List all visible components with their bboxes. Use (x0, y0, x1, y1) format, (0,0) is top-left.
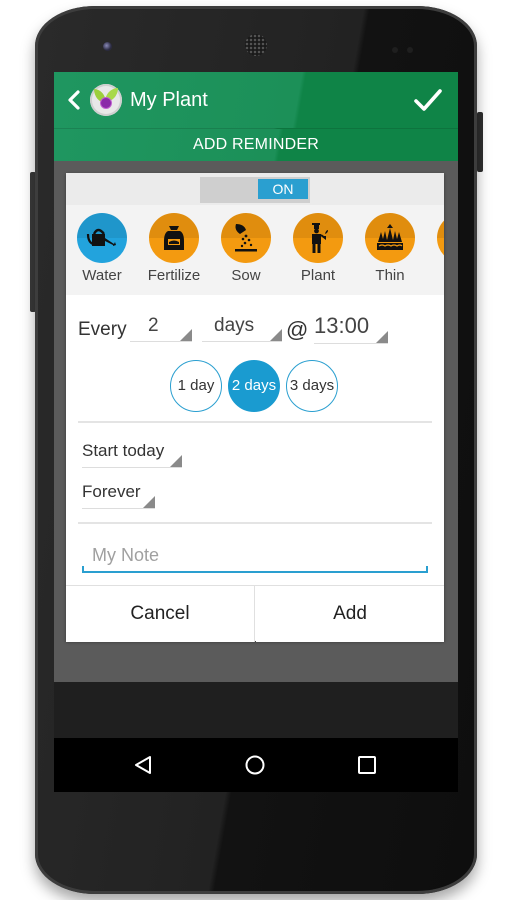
screen-subtitle-bar: ADD REMINDER (54, 128, 458, 161)
system-navigation-bar (54, 738, 458, 792)
dropdown-triangle-icon (143, 496, 155, 508)
nav-back-icon[interactable] (132, 754, 154, 776)
light-sensor (407, 47, 413, 53)
type-more[interactable] (430, 213, 444, 267)
add-reminder-dialog: ON Water Fertilize Sow Plant Thin Every … (66, 173, 444, 642)
bottom-area (54, 682, 458, 738)
type-plant[interactable]: Plant (286, 213, 350, 284)
type-sow[interactable]: Sow (214, 213, 278, 284)
type-label: Water (82, 267, 122, 284)
reminder-enabled-toggle[interactable]: ON (200, 177, 310, 203)
type-label: Sow (231, 267, 261, 284)
end-date-spinner[interactable]: Forever (82, 478, 155, 509)
chip-1-day[interactable]: 1 day (170, 360, 222, 412)
quick-interval-chips: 1 day 2 days 3 days (66, 360, 444, 416)
chevron-left-icon (68, 90, 80, 110)
time-value: 13:00 (314, 313, 370, 338)
note-field-wrapper (82, 541, 428, 573)
power-button (477, 112, 483, 172)
every-label: Every (78, 319, 127, 340)
chip-3-days[interactable]: 3 days (286, 360, 338, 412)
app-logo-icon (90, 84, 122, 116)
fertilizer-bag-icon (164, 226, 184, 250)
reminder-type-list[interactable]: Water Fertilize Sow Plant Thin (66, 205, 444, 295)
interval-unit: days (214, 315, 255, 336)
dropdown-triangle-icon (376, 331, 388, 343)
type-label: Fertilize (147, 267, 201, 284)
back-button[interactable] (64, 86, 84, 114)
chip-2-days[interactable]: 2 days (228, 360, 280, 412)
sow-seeds-icon (235, 224, 257, 252)
add-button[interactable]: Add (256, 586, 444, 642)
confirm-button[interactable] (412, 84, 444, 116)
gardener-icon (312, 223, 328, 253)
app-title: My Plant (130, 89, 208, 111)
type-thin[interactable]: Thin (358, 213, 422, 284)
note-input[interactable] (82, 541, 412, 569)
dropdown-triangle-icon (180, 329, 192, 341)
divider (78, 421, 432, 423)
type-water[interactable]: Water (70, 213, 134, 284)
type-label: Thin (375, 267, 405, 284)
earpiece-speaker (245, 34, 267, 56)
nav-home-icon[interactable] (244, 754, 266, 776)
front-camera (103, 42, 112, 51)
dropdown-triangle-icon (170, 455, 182, 467)
screen-subtitle: ADD REMINDER (193, 136, 319, 153)
thin-plants-icon (377, 224, 403, 250)
type-fertilize[interactable]: Fertilize (142, 213, 206, 284)
time-spinner[interactable]: 13:00 (314, 311, 388, 344)
type-label: Plant (300, 267, 336, 284)
start-date-spinner[interactable]: Start today (82, 437, 182, 468)
toggle-bar: ON (66, 173, 444, 205)
nav-recents-icon[interactable] (356, 754, 378, 776)
interval-row: Every 2 days @ 13:00 (66, 311, 444, 351)
at-symbol: @ (286, 317, 309, 342)
interval-value-spinner[interactable]: 2 (130, 311, 192, 342)
device-screen: My Plant ADD REMINDER ON Water Fertilize… (54, 72, 458, 792)
toggle-on-label: ON (258, 179, 308, 199)
app-bar: My Plant (54, 72, 458, 128)
watering-can-icon (86, 228, 116, 246)
interval-unit-spinner[interactable]: days (202, 311, 282, 342)
dropdown-triangle-icon (270, 329, 282, 341)
dialog-actions: Cancel Add (66, 585, 444, 642)
cancel-button[interactable]: Cancel (66, 586, 255, 642)
divider (78, 522, 432, 524)
checkmark-icon (414, 89, 442, 111)
interval-value: 2 (148, 315, 159, 336)
proximity-sensor (392, 47, 398, 53)
start-date-value: Start today (82, 441, 165, 460)
end-date-value: Forever (82, 482, 141, 501)
